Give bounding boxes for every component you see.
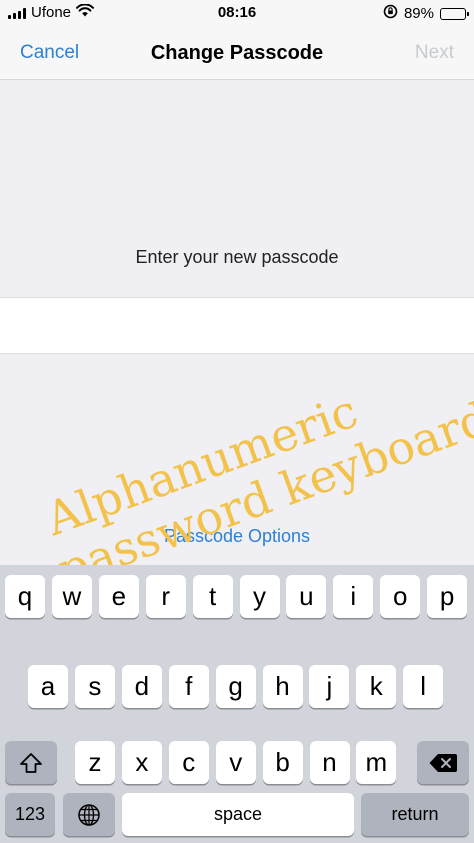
page-title: Change Passcode [150, 42, 324, 64]
key-e[interactable]: e [98, 575, 139, 618]
battery-percent: 89% [403, 5, 434, 22]
key-j[interactable]: j [309, 665, 350, 708]
space-key[interactable]: space [122, 793, 354, 836]
next-button[interactable]: Next [415, 42, 454, 64]
globe-key[interactable] [63, 793, 115, 836]
return-key[interactable]: return [361, 793, 469, 836]
key-s[interactable]: s [74, 665, 115, 708]
key-z[interactable]: z [75, 741, 115, 784]
key-y[interactable]: y [239, 575, 280, 618]
battery-icon [440, 7, 469, 20]
key-v[interactable]: v [215, 741, 256, 784]
key-x[interactable]: x [121, 741, 162, 784]
orientation-lock-icon [383, 4, 398, 23]
delete-key[interactable] [417, 741, 469, 784]
key-c[interactable]: c [168, 741, 209, 784]
globe-icon [77, 803, 101, 827]
passcode-options-link[interactable]: Passcode Options [0, 526, 474, 547]
key-a[interactable]: a [28, 665, 68, 708]
passcode-prompt: Enter your new passcode [135, 247, 339, 267]
prompt-area: Enter your new passcode [0, 80, 474, 298]
key-o[interactable]: o [380, 575, 421, 618]
key-f[interactable]: f [168, 665, 209, 708]
passcode-input[interactable] [0, 298, 474, 354]
shift-key[interactable] [5, 741, 57, 784]
key-h[interactable]: h [262, 665, 303, 708]
key-d[interactable]: d [121, 665, 162, 708]
key-q[interactable]: q [5, 575, 45, 618]
key-t[interactable]: t [192, 575, 233, 618]
key-r[interactable]: r [145, 575, 186, 618]
key-m[interactable]: m [356, 741, 397, 784]
key-b[interactable]: b [262, 741, 303, 784]
status-bar: Ufone 08:16 89% [0, 0, 474, 28]
status-right: 89% [383, 4, 469, 23]
key-l[interactable]: l [403, 665, 444, 708]
key-u[interactable]: u [286, 575, 327, 618]
key-p[interactable]: p [427, 575, 468, 618]
numbers-key[interactable]: 123 [5, 793, 55, 836]
nav-bar: Cancel Change Passcode Next [0, 28, 474, 80]
key-i[interactable]: i [333, 575, 374, 618]
key-w[interactable]: w [51, 575, 92, 618]
delete-icon [428, 752, 458, 774]
key-n[interactable]: n [309, 741, 350, 784]
keyboard: 123 space return qwertyuiop asdfghjkl zxcv… [0, 565, 474, 843]
key-g[interactable]: g [215, 665, 256, 708]
shift-icon [19, 752, 43, 774]
options-area: Passcode Options [0, 354, 474, 565]
key-k[interactable]: k [356, 665, 397, 708]
